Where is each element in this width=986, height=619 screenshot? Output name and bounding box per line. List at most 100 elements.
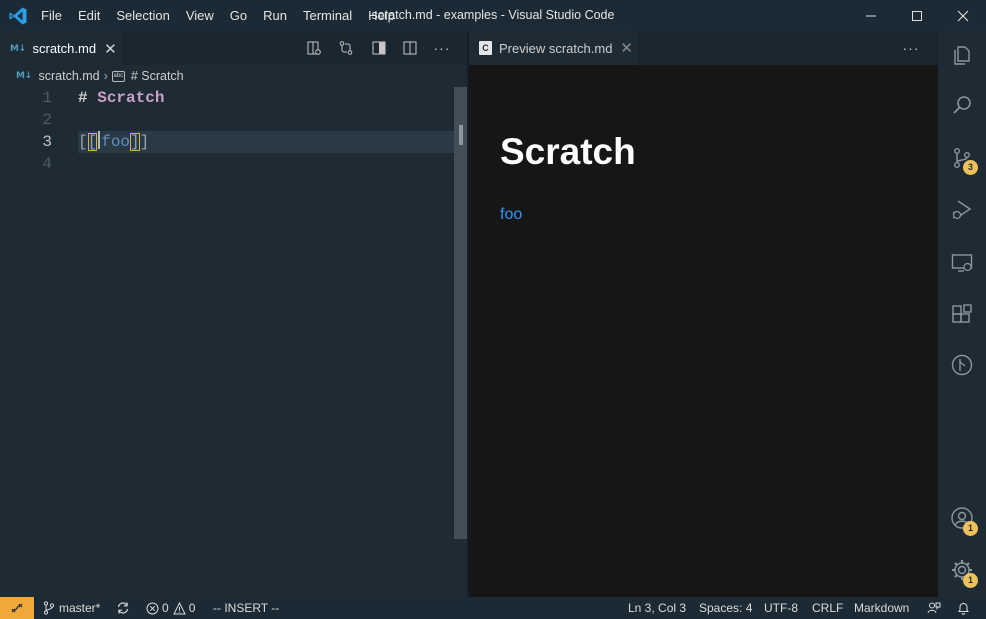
menu-edit[interactable]: Edit — [70, 0, 108, 31]
search-button[interactable] — [938, 81, 986, 129]
menu-selection[interactable]: Selection — [108, 0, 177, 31]
open-bracket-outer: [ — [78, 133, 88, 151]
vim-mode-status: -- INSERT -- — [213, 601, 280, 615]
code-editor[interactable]: 1 # Scratch 2 3 [[foo]] 4 — [0, 87, 467, 597]
git-graph-icon — [951, 354, 973, 376]
maximize-icon — [912, 10, 922, 21]
sync-button[interactable] — [116, 597, 130, 619]
manage-button[interactable]: 1 — [938, 546, 986, 594]
tab-label: scratch.md — [32, 41, 97, 56]
source-control-badge: 3 — [963, 160, 978, 175]
eol-status[interactable]: CRLF — [812, 597, 843, 619]
line-number: 2 — [42, 111, 52, 129]
open-bracket-inner: [ — [87, 133, 98, 151]
extensions-button[interactable] — [938, 291, 986, 339]
warning-icon — [172, 601, 186, 614]
remote-indicator-button[interactable] — [0, 597, 34, 619]
markdown-file-icon: M↓ — [16, 71, 32, 81]
editor-line: 3 [[foo]] — [0, 131, 454, 153]
ellipsis-icon: ··· — [902, 40, 920, 56]
status-bar: master* 0 0 -- INSERT -- Ln 3, Col 3 Spa… — [0, 597, 986, 619]
preview-file-icon: C — [479, 41, 492, 55]
line-number: 4 — [42, 155, 52, 173]
tab-preview-scratch-md[interactable]: C Preview scratch.md ✕ — [469, 31, 637, 65]
more-actions-button[interactable]: ··· — [428, 31, 456, 65]
menu-help[interactable]: Help — [360, 0, 403, 31]
source-control-button[interactable]: 3 — [938, 134, 986, 182]
preview-side-icon — [307, 41, 321, 55]
tab-close-icon[interactable]: ✕ — [104, 40, 117, 58]
breadcrumb: M↓ scratch.md › abc # Scratch — [0, 65, 467, 87]
split-editor-button[interactable] — [396, 31, 424, 65]
editor-line: 1 # Scratch — [0, 87, 454, 109]
menu-file[interactable]: File — [33, 0, 70, 31]
feedback-icon — [927, 602, 941, 614]
heading-marker: # — [78, 89, 88, 107]
indentation-status[interactable]: Spaces: 4 — [699, 597, 752, 619]
markdown-file-icon: M↓ — [10, 43, 26, 54]
editor-scrollbar[interactable] — [454, 87, 467, 539]
preview-heading: Scratch — [500, 131, 636, 172]
notifications-button[interactable] — [957, 597, 970, 619]
menu-view[interactable]: View — [178, 0, 222, 31]
breadcrumb-file[interactable]: scratch.md — [39, 69, 100, 83]
close-window-button[interactable] — [940, 0, 986, 31]
preview-tab-bar: C Preview scratch.md ✕ ··· — [469, 31, 938, 65]
open-preview-to-side-button[interactable] — [300, 31, 328, 65]
tab-label: Preview scratch.md — [499, 40, 613, 56]
run-debug-button[interactable] — [938, 186, 986, 234]
chevron-right-icon: › — [103, 69, 108, 83]
more-actions-button[interactable]: ··· — [897, 31, 925, 65]
accounts-button[interactable]: 1 — [938, 494, 986, 542]
menu-run[interactable]: Run — [255, 0, 295, 31]
branch-label: master* — [59, 601, 101, 615]
symbol-string-icon: abc — [111, 70, 125, 82]
close-icon — [957, 10, 969, 21]
scrollbar-cursor-marker — [459, 125, 463, 145]
extensions-icon — [952, 304, 972, 323]
preview-link[interactable]: foo — [500, 206, 522, 224]
menu-terminal[interactable]: Terminal — [295, 0, 360, 31]
bell-icon — [958, 603, 969, 615]
wiki-link-text: foo — [101, 133, 131, 151]
remote-explorer-button[interactable] — [938, 239, 986, 287]
error-icon — [146, 602, 159, 614]
run-debug-icon — [952, 200, 972, 220]
close-bracket-inner: ] — [130, 133, 140, 151]
language-mode-status[interactable]: Markdown — [854, 597, 909, 619]
git-graph-button[interactable] — [938, 341, 986, 389]
open-changes-button[interactable] — [332, 31, 360, 65]
title-bar: File Edit Selection View Go Run Terminal… — [0, 0, 986, 31]
files-icon — [954, 46, 970, 65]
tab-scratch-md[interactable]: M↓ scratch.md ✕ — [0, 31, 122, 65]
maximize-button[interactable] — [894, 0, 940, 31]
menu-bar: File Edit Selection View Go Run Terminal… — [33, 0, 403, 31]
breadcrumb-symbol[interactable]: # Scratch — [131, 69, 184, 83]
cursor-position-status[interactable]: Ln 3, Col 3 — [628, 597, 686, 619]
vscode-logo-icon — [9, 7, 27, 25]
settings-badge: 1 — [963, 573, 978, 588]
editor-tab-bar: M↓ scratch.md ✕ ··· — [0, 31, 467, 65]
explorer-button[interactable] — [938, 31, 986, 79]
feedback-button[interactable] — [927, 597, 941, 619]
ellipsis-icon: ··· — [433, 40, 451, 56]
search-icon — [953, 96, 971, 114]
accounts-badge: 1 — [963, 521, 978, 536]
sync-icon — [117, 602, 129, 614]
menu-go[interactable]: Go — [222, 0, 255, 31]
minimize-button[interactable] — [848, 0, 894, 31]
warning-count: 0 — [188, 601, 196, 615]
remote-icon — [11, 603, 23, 613]
activity-bar: 3 1 1 — [938, 31, 986, 597]
line-number: 3 — [42, 133, 52, 151]
split-editor-icon — [403, 41, 417, 55]
tab-close-icon[interactable]: ✕ — [620, 39, 633, 57]
branch-status[interactable]: master* — [43, 597, 100, 619]
editor-line: 4 — [0, 153, 454, 175]
text-cursor — [98, 131, 101, 149]
git-compare-icon — [339, 41, 353, 55]
problems-status[interactable]: 0 0 — [146, 597, 195, 619]
encoding-status[interactable]: UTF-8 — [764, 597, 798, 619]
toggle-preview-button[interactable] — [365, 31, 393, 65]
line-number: 1 — [42, 89, 52, 107]
